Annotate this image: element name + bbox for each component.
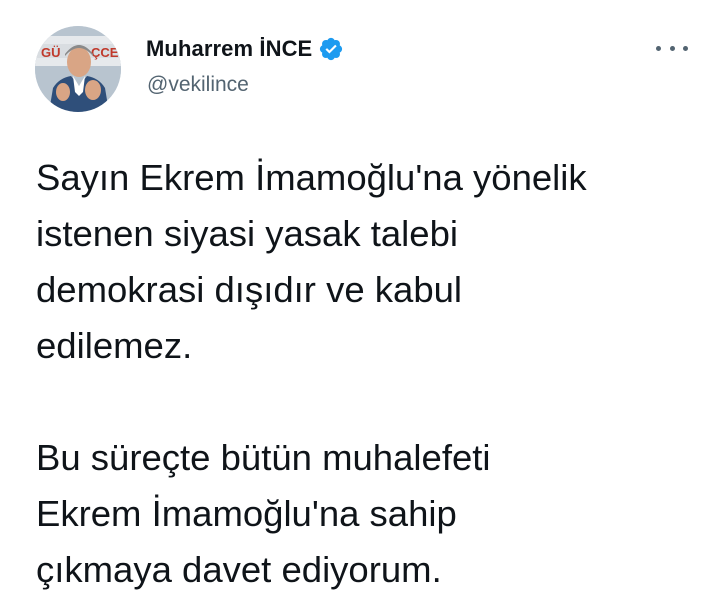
author-handle[interactable]: @vekilince <box>147 73 249 97</box>
avatar-photo: GÜ ÇCE <box>35 26 121 112</box>
tweet-text: Sayın Ekrem İmamoğlu'na yönelik istenen … <box>36 150 706 598</box>
tweet-paragraph-1: Sayın Ekrem İmamoğlu'na yönelik istenen … <box>36 157 587 366</box>
tweet-card: GÜ ÇCE Muharrem İNCE @vekilince Sayın Ek… <box>0 0 720 590</box>
more-dot <box>669 45 675 51</box>
svg-text:ÇCE: ÇCE <box>91 45 119 60</box>
author-display-name[interactable]: Muharrem İNCE <box>146 36 312 62</box>
more-dot <box>683 45 688 51</box>
avatar[interactable]: GÜ ÇCE <box>35 26 121 112</box>
more-dot <box>656 45 661 51</box>
tweet-paragraph-2: Bu süreçte bütün muhalefeti Ekrem İmamoğ… <box>36 437 491 590</box>
avatar-banner-text: GÜ <box>41 45 61 60</box>
more-options-icon[interactable] <box>656 38 688 58</box>
author-name-row: Muharrem İNCE <box>146 34 344 64</box>
verified-badge-icon <box>318 36 344 62</box>
